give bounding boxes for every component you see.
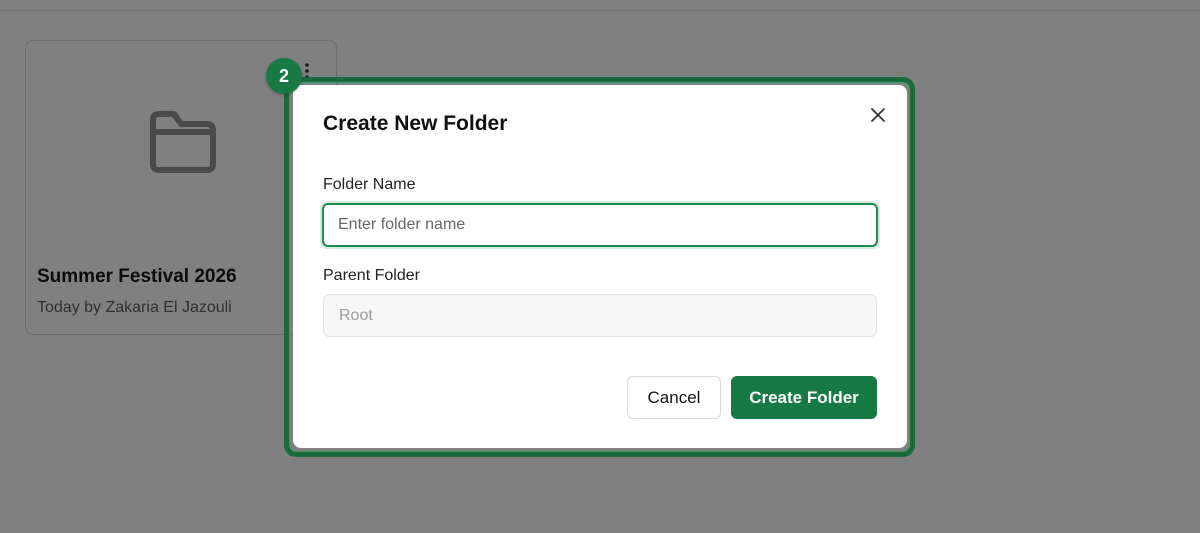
folder-title: Summer Festival 2026 — [37, 266, 237, 287]
parent-folder-label: Parent Folder — [323, 267, 420, 284]
parent-folder-select[interactable]: Root — [323, 294, 877, 337]
folder-name-input[interactable] — [322, 203, 878, 247]
folder-name-label: Folder Name — [323, 176, 416, 193]
folder-meta: Today by Zakaria El Jazouli — [37, 299, 232, 316]
top-divider — [0, 10, 1200, 11]
dialog-title: Create New Folder — [323, 112, 508, 135]
cancel-button[interactable]: Cancel — [627, 376, 721, 419]
create-folder-dialog: Create New Folder Folder Name Parent Fol… — [293, 85, 907, 448]
close-icon[interactable] — [868, 105, 888, 125]
step-badge: 2 — [266, 58, 302, 94]
folder-icon — [150, 111, 216, 173]
create-folder-button[interactable]: Create Folder — [731, 376, 877, 419]
